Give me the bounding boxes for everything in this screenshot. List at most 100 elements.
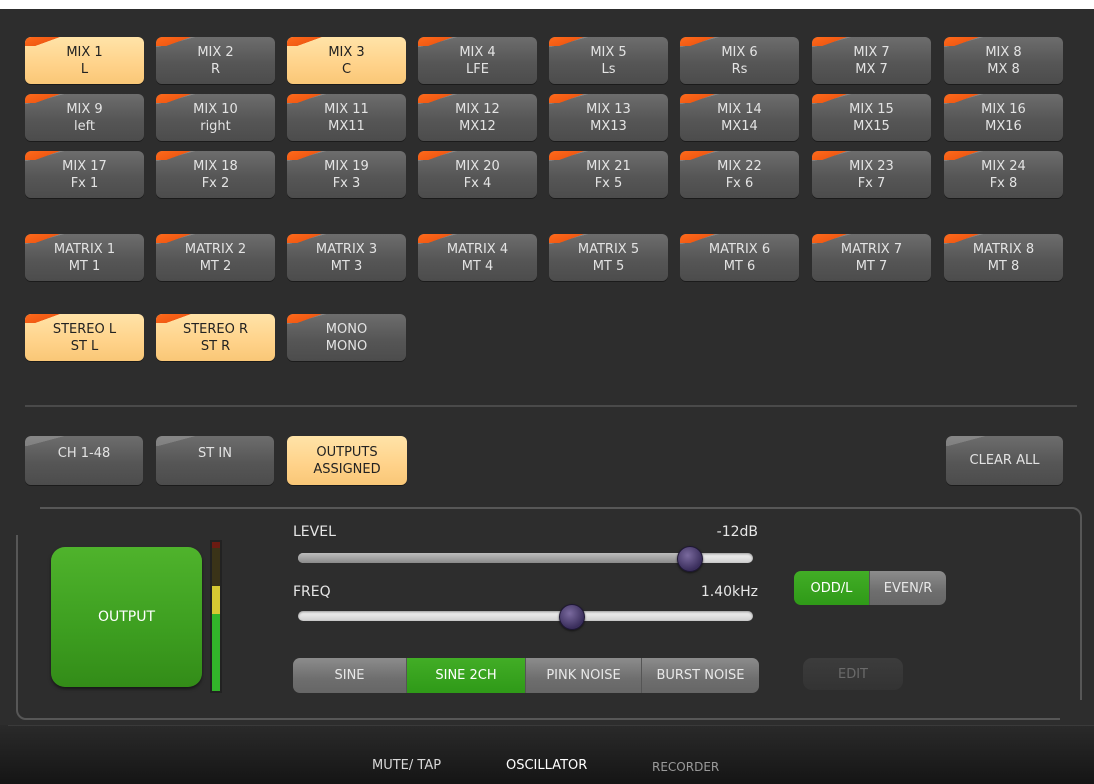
matrix-button-8[interactable]: MATRIX 8 MT 8 bbox=[944, 234, 1063, 281]
mix-sub-label: Fx 4 bbox=[463, 175, 492, 191]
mix-button-9[interactable]: MIX 9 left bbox=[25, 94, 144, 141]
mix-sub-label: C bbox=[341, 61, 352, 77]
waveform-sine-button[interactable]: SINE bbox=[293, 658, 407, 693]
clear-all-button[interactable]: CLEAR ALL bbox=[946, 436, 1063, 485]
top-strip bbox=[0, 0, 1094, 9]
mix-name-label: MIX 10 bbox=[193, 101, 238, 117]
matrix-sub-label: MT 5 bbox=[592, 258, 625, 274]
freq-slider-track[interactable] bbox=[298, 611, 753, 621]
mix-name-label: MIX 12 bbox=[455, 101, 500, 117]
mix-sub-label: left bbox=[73, 118, 96, 134]
ch-1-48-button[interactable]: CH 1-48 bbox=[25, 436, 143, 485]
mix-sub-label: MX13 bbox=[590, 118, 627, 134]
mix-button-20[interactable]: MIX 20 Fx 4 bbox=[418, 151, 537, 198]
matrix-button-5[interactable]: MATRIX 5 MT 5 bbox=[549, 234, 668, 281]
mix-sub-label: Fx 5 bbox=[594, 175, 623, 191]
matrix-button-6[interactable]: MATRIX 6 MT 6 bbox=[680, 234, 799, 281]
mix-button-14[interactable]: MIX 14 MX14 bbox=[680, 94, 799, 141]
mix-button-5[interactable]: MIX 5 Ls bbox=[549, 37, 668, 84]
mix-button-13[interactable]: MIX 13 MX13 bbox=[549, 94, 668, 141]
mix-button-22[interactable]: MIX 22 Fx 6 bbox=[680, 151, 799, 198]
mix-button-16[interactable]: MIX 16 MX16 bbox=[944, 94, 1063, 141]
mix-button-12[interactable]: MIX 12 MX12 bbox=[418, 94, 537, 141]
matrix-name-label: MATRIX 2 bbox=[184, 241, 247, 257]
mix-button-6[interactable]: MIX 6 Rs bbox=[680, 37, 799, 84]
tab-recorder[interactable]: RECORDER bbox=[652, 760, 719, 774]
mix-sub-label: MX 7 bbox=[855, 61, 888, 77]
matrix-button-1[interactable]: MATRIX 1 MT 1 bbox=[25, 234, 144, 281]
matrix-button-2[interactable]: MATRIX 2 MT 2 bbox=[156, 234, 275, 281]
mix-name-label: MIX 1 bbox=[66, 44, 103, 60]
footer-separator bbox=[8, 725, 1094, 726]
mix-name-label: MIX 5 bbox=[590, 44, 627, 60]
mix-name-label: MIX 22 bbox=[717, 158, 762, 174]
matrix-button-7[interactable]: MATRIX 7 MT 7 bbox=[812, 234, 931, 281]
stereo-button-2[interactable]: STEREO R ST R bbox=[156, 314, 275, 361]
freq-slider-knob[interactable] bbox=[559, 604, 585, 630]
mix-button-3[interactable]: MIX 3C bbox=[287, 37, 406, 84]
mix-button-8[interactable]: MIX 8 MX 8 bbox=[944, 37, 1063, 84]
mix-button-21[interactable]: MIX 21 Fx 5 bbox=[549, 151, 668, 198]
mix-sub-label: right bbox=[200, 118, 231, 134]
mix-name-label: MIX 7 bbox=[853, 44, 890, 60]
channel-even-r-button[interactable]: EVEN/R bbox=[870, 571, 946, 605]
mix-button-18[interactable]: MIX 18 Fx 2 bbox=[156, 151, 275, 198]
mix-button-10[interactable]: MIX 10 right bbox=[156, 94, 275, 141]
mix-name-label: MIX 21 bbox=[586, 158, 631, 174]
mix-sub-label: Rs bbox=[731, 61, 748, 77]
mix-name-label: MIX 2 bbox=[197, 44, 234, 60]
waveform-pink-noise-button[interactable]: PINK NOISE bbox=[526, 658, 642, 693]
stereo-button-1[interactable]: STEREO L ST L bbox=[25, 314, 144, 361]
matrix-sub-label: MT 8 bbox=[987, 258, 1020, 274]
matrix-name-label: MATRIX 7 bbox=[840, 241, 903, 257]
matrix-name-label: MATRIX 8 bbox=[972, 241, 1035, 257]
mix-name-label: MIX 19 bbox=[324, 158, 369, 174]
matrix-sub-label: MT 3 bbox=[330, 258, 363, 274]
channel-select-group: ODD/L EVEN/R bbox=[794, 571, 946, 605]
mix-sub-label: MX11 bbox=[328, 118, 365, 134]
stereo-button-3[interactable]: MONO MONO bbox=[287, 314, 406, 361]
output-level-meter bbox=[210, 540, 222, 693]
mix-sub-label: Fx 7 bbox=[857, 175, 886, 191]
matrix-button-4[interactable]: MATRIX 4 MT 4 bbox=[418, 234, 537, 281]
mix-name-label: MIX 6 bbox=[721, 44, 758, 60]
mix-sub-label: Fx 3 bbox=[332, 175, 361, 191]
matrix-name-label: MATRIX 5 bbox=[577, 241, 640, 257]
tab-mute-tap[interactable]: MUTE/ TAP bbox=[372, 758, 441, 773]
button-sheen bbox=[946, 436, 1006, 446]
mix-sub-label: Ls bbox=[601, 61, 616, 77]
mix-button-24[interactable]: MIX 24 Fx 8 bbox=[944, 151, 1063, 198]
mix-button-11[interactable]: MIX 11 MX11 bbox=[287, 94, 406, 141]
st-in-label: ST IN bbox=[198, 446, 232, 461]
mix-sub-label: MX 8 bbox=[987, 61, 1020, 77]
matrix-sub-label: MT 1 bbox=[68, 258, 101, 274]
mix-name-label: MIX 18 bbox=[193, 158, 238, 174]
channel-odd-l-button[interactable]: ODD/L bbox=[794, 571, 870, 605]
mix-button-2[interactable]: MIX 2R bbox=[156, 37, 275, 84]
level-value: -12dB bbox=[716, 524, 758, 540]
edit-button[interactable]: EDIT bbox=[803, 658, 903, 690]
stereo-name-label: STEREO L bbox=[52, 321, 117, 337]
mix-sub-label: LFE bbox=[466, 61, 489, 77]
mix-button-4[interactable]: MIX 4 LFE bbox=[418, 37, 537, 84]
matrix-button-3[interactable]: MATRIX 3 MT 3 bbox=[287, 234, 406, 281]
output-button[interactable]: OUTPUT bbox=[51, 547, 202, 687]
edit-label: EDIT bbox=[838, 666, 868, 682]
outputs-assigned-button[interactable]: OUTPUTS ASSIGNED bbox=[287, 436, 407, 485]
mix-button-15[interactable]: MIX 15 MX15 bbox=[812, 94, 931, 141]
mix-name-label: MIX 9 bbox=[66, 101, 103, 117]
st-in-button[interactable]: ST IN bbox=[156, 436, 274, 485]
mix-button-23[interactable]: MIX 23 Fx 7 bbox=[812, 151, 931, 198]
output-label: OUTPUT bbox=[97, 609, 156, 625]
matrix-sub-label: MT 6 bbox=[723, 258, 756, 274]
mix-name-label: MIX 4 bbox=[459, 44, 496, 60]
mix-button-1[interactable]: MIX 1L bbox=[25, 37, 144, 84]
matrix-name-label: MATRIX 6 bbox=[708, 241, 771, 257]
mix-button-7[interactable]: MIX 7 MX 7 bbox=[812, 37, 931, 84]
mix-button-19[interactable]: MIX 19 Fx 3 bbox=[287, 151, 406, 198]
waveform-sine-2ch-button[interactable]: SINE 2CH bbox=[407, 658, 526, 693]
mix-button-17[interactable]: MIX 17 Fx 1 bbox=[25, 151, 144, 198]
tab-oscillator[interactable]: OSCILLATOR bbox=[506, 758, 587, 773]
waveform-burst-noise-button[interactable]: BURST NOISE bbox=[642, 658, 759, 693]
level-label: LEVEL bbox=[293, 524, 336, 540]
